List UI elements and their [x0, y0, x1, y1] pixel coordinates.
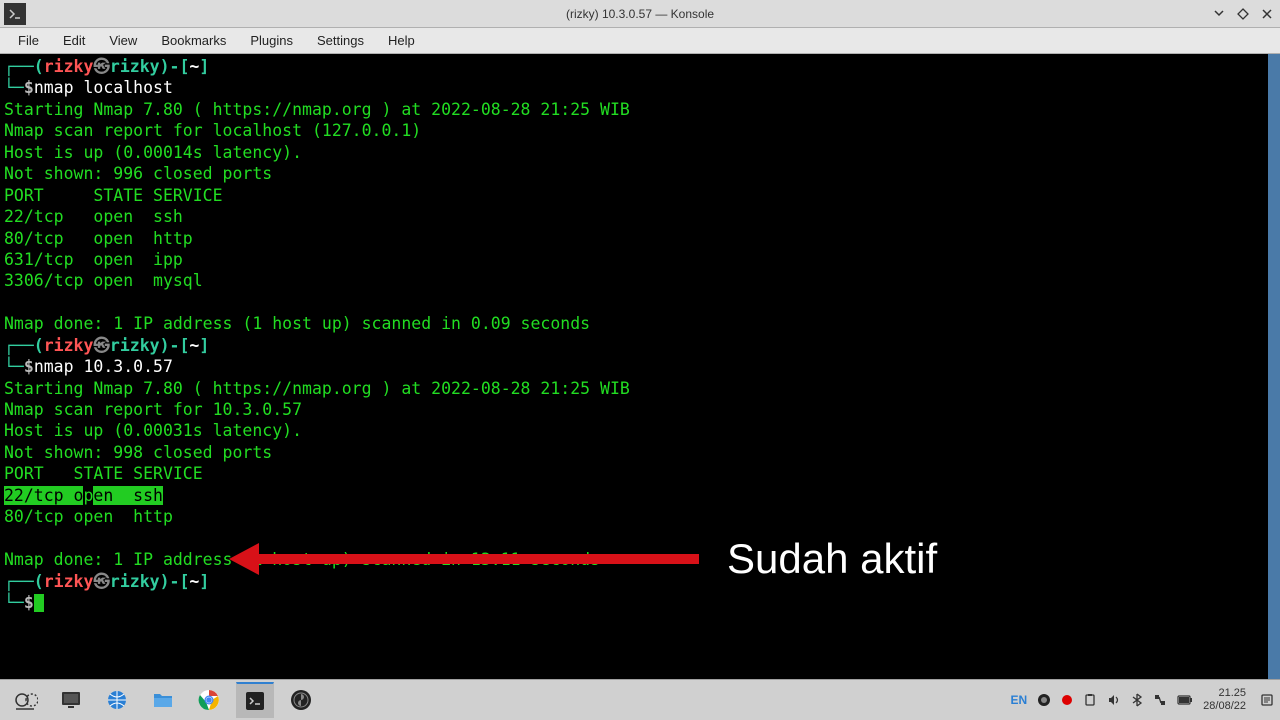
output-line: Starting Nmap 7.80 ( https://nmap.org ) …: [4, 100, 630, 119]
taskbar: EN 21.25 28/08/22: [0, 679, 1280, 720]
menu-settings[interactable]: Settings: [307, 31, 374, 50]
clock-time: 21.25: [1203, 687, 1246, 700]
output-line: Nmap done: 1 IP address (1 host up) scan…: [4, 314, 590, 333]
clock-date: 28/08/22: [1203, 700, 1246, 713]
output-line: Host is up (0.00031s latency).: [4, 421, 302, 440]
clock[interactable]: 21.25 28/08/22: [1203, 687, 1250, 713]
output-line: Not shown: 996 closed ports: [4, 164, 272, 183]
output-line: 80/tcp open http: [4, 229, 193, 248]
menu-file[interactable]: File: [8, 31, 49, 50]
record-icon[interactable]: [1061, 694, 1073, 706]
network-icon[interactable]: [1153, 693, 1167, 707]
output-line: 80/tcp open http: [4, 507, 173, 526]
notifications-icon[interactable]: [1260, 693, 1274, 707]
output-line: Host is up (0.00014s latency).: [4, 143, 302, 162]
app-icon: [4, 3, 26, 25]
language-indicator[interactable]: EN: [1011, 693, 1028, 707]
output-line: 3306/tcp open mysql: [4, 271, 203, 290]
desktop-icon[interactable]: [52, 682, 90, 718]
volume-icon[interactable]: [1107, 693, 1121, 707]
web-icon[interactable]: [98, 682, 136, 718]
menu-view[interactable]: View: [99, 31, 147, 50]
bluetooth-icon[interactable]: [1131, 693, 1143, 707]
clipboard-icon[interactable]: [1083, 693, 1097, 707]
terminal-cursor: [34, 594, 44, 612]
menu-bar: File Edit View Bookmarks Plugins Setting…: [0, 28, 1280, 54]
chrome-icon[interactable]: [190, 682, 228, 718]
menu-plugins[interactable]: Plugins: [240, 31, 303, 50]
menu-edit[interactable]: Edit: [53, 31, 95, 50]
maximize-button[interactable]: [1235, 6, 1251, 22]
output-line: Nmap scan report for 10.3.0.57: [4, 400, 302, 419]
start-menu-icon[interactable]: [6, 682, 44, 718]
output-line: Starting Nmap 7.80 ( https://nmap.org ) …: [4, 379, 630, 398]
output-line: PORT STATE SERVICE: [4, 464, 203, 483]
minimize-button[interactable]: [1211, 6, 1227, 22]
obs-icon[interactable]: [282, 682, 320, 718]
obs-tray-icon[interactable]: [1037, 693, 1051, 707]
battery-icon[interactable]: [1177, 695, 1193, 705]
output-line: Nmap scan report for localhost (127.0.0.…: [4, 121, 421, 140]
close-button[interactable]: [1259, 6, 1275, 22]
menu-help[interactable]: Help: [378, 31, 425, 50]
output-line: 631/tcp open ipp: [4, 250, 183, 269]
annotation-label: Sudah aktif: [727, 532, 937, 587]
files-icon[interactable]: [144, 682, 182, 718]
output-line: 22/tcp open ssh: [4, 207, 183, 226]
menu-bookmarks[interactable]: Bookmarks: [151, 31, 236, 50]
terminal-area[interactable]: ┌──(rizky㉿rizky)-[~] └─$nmap localhost S…: [0, 54, 1280, 679]
window-titlebar: (rizky) 10.3.0.57 — Konsole: [0, 0, 1280, 28]
output-line: Not shown: 998 closed ports: [4, 443, 272, 462]
konsole-icon[interactable]: [236, 682, 274, 718]
output-line: Nmap done: 1 IP address (1 host up) scan…: [4, 550, 600, 569]
output-line: PORT STATE SERVICE: [4, 186, 223, 205]
window-title: (rizky) 10.3.0.57 — Konsole: [566, 7, 714, 21]
highlighted-text: 22/tcp o: [4, 486, 83, 505]
